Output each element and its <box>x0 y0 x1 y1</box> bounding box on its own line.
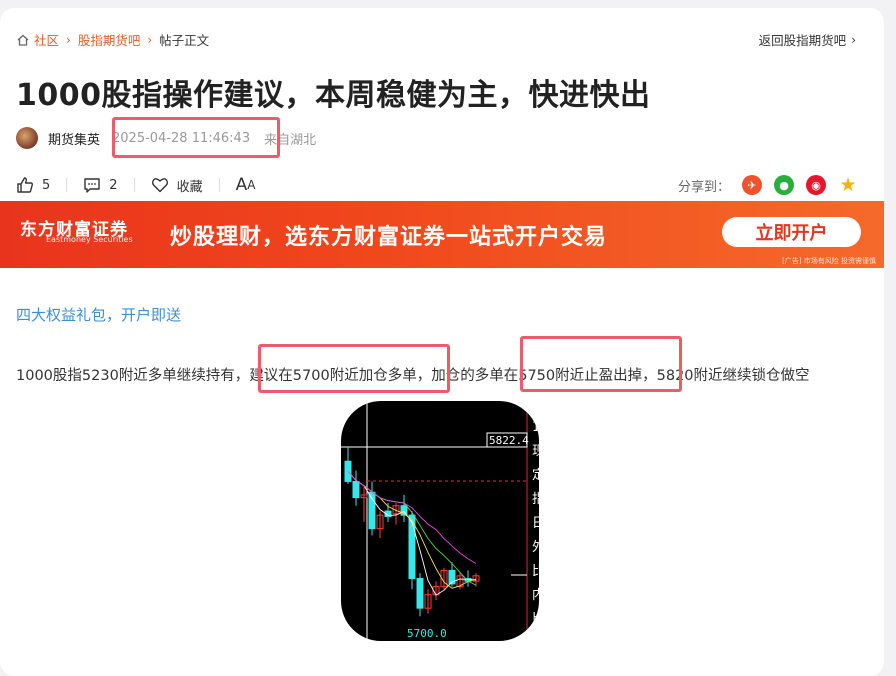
like-count: 5 <box>42 177 51 193</box>
candle-body <box>352 480 360 499</box>
heart-icon <box>151 178 168 193</box>
divider <box>133 178 135 192</box>
banner-logo-sub: Eastmoney Securities <box>46 235 133 244</box>
comment-button[interactable]: 2 <box>83 176 118 194</box>
back-to-forum-link[interactable]: 返回股指期货吧 › <box>759 30 856 49</box>
highlight-box-take-profit <box>520 336 682 392</box>
thumbs-up-icon <box>17 177 33 193</box>
comment-icon <box>84 178 100 193</box>
font-size-toggle[interactable]: AA <box>236 175 256 195</box>
share-toutiao-icon[interactable]: ✈ <box>742 175 762 195</box>
post-card: 社区 › 股指期货吧 › 帖子正文 返回股指期货吧 › 1000股指操作建议，本… <box>0 8 884 676</box>
back-label: 返回股指期货吧 <box>758 33 847 48</box>
right-side-text: 日 <box>532 516 539 531</box>
highlight-box-time <box>112 117 280 158</box>
font-size-big: A <box>235 175 248 195</box>
share-star-icon[interactable]: ★ <box>838 174 858 196</box>
breadcrumb-forum[interactable]: 股指期货吧 <box>78 30 141 49</box>
post-title: 1000股指操作建议，本周稳健为主，快进快出 <box>16 78 651 113</box>
candle-body <box>416 578 424 609</box>
highlight-box-add-position <box>258 344 450 393</box>
chevron-right-icon: › <box>147 32 153 47</box>
top-bar: 社区 › 股指期货吧 › 帖子正文 返回股指期货吧 › <box>16 30 856 49</box>
share-label: 分享到： <box>677 179 730 195</box>
author-avatar[interactable] <box>16 127 38 149</box>
ad-banner[interactable]: 东方财富证券 Eastmoney Securities 炒股理财，选东方财富证券… <box>0 201 884 268</box>
action-bar: 5 2 收藏 AA <box>16 174 255 196</box>
favorite-label: 收藏 <box>176 179 203 195</box>
right-side-text: 外 <box>532 540 539 555</box>
share-bar: 分享到： ✈ ● ◉ ★ <box>678 174 858 196</box>
breadcrumb: 社区 › 股指期货吧 › 帖子正文 <box>16 30 209 49</box>
right-side-text: 指 <box>532 492 539 507</box>
candle-body <box>368 491 376 530</box>
right-side-text: 比 <box>532 612 539 627</box>
share-wechat-icon[interactable]: ● <box>774 175 794 195</box>
breadcrumb-community[interactable]: 社区 <box>34 30 59 49</box>
divider <box>218 178 220 192</box>
like-button[interactable]: 5 <box>16 176 50 194</box>
open-account-button[interactable]: 立即开户 <box>722 217 861 247</box>
top-price-label: 5822.4 <box>489 434 529 447</box>
promo-link[interactable]: 四大权益礼包，开户即送 <box>16 304 181 325</box>
right-side-text: 现 <box>532 444 539 459</box>
right-side-text: 1 <box>532 420 539 435</box>
comment-count: 2 <box>109 177 118 193</box>
share-weibo-icon[interactable]: ◉ <box>806 175 826 195</box>
kline-chart: 5822.45700.01现定指日外比内比 <box>341 401 539 641</box>
right-side-text: 内 <box>532 587 539 603</box>
favorite-button[interactable]: 收藏 <box>151 176 203 195</box>
breadcrumb-current: 帖子正文 <box>159 33 210 48</box>
chevron-right-icon: › <box>66 32 71 47</box>
right-side-text: 比 <box>532 564 539 579</box>
kline-chart-image[interactable]: 5822.4 5700.0 1 现定指日外比内比 <box>341 401 539 641</box>
banner-slogan: 炒股理财，选东方财富证券一站式开户交易 <box>170 225 608 250</box>
para-part-1: 1000股指5230附近多单继续持有， <box>16 368 250 384</box>
divider <box>66 178 68 192</box>
right-side-text: 定 <box>532 468 539 483</box>
author-name[interactable]: 期货集英 <box>48 129 100 148</box>
bottom-price-label: 5700.0 <box>407 627 447 640</box>
ad-disclaimer: [广告] 市场有风险 投资需谨慎 <box>782 257 876 265</box>
font-size-small: A <box>247 178 256 192</box>
home-icon[interactable] <box>16 33 30 47</box>
chevron-right-icon: › <box>851 32 856 47</box>
